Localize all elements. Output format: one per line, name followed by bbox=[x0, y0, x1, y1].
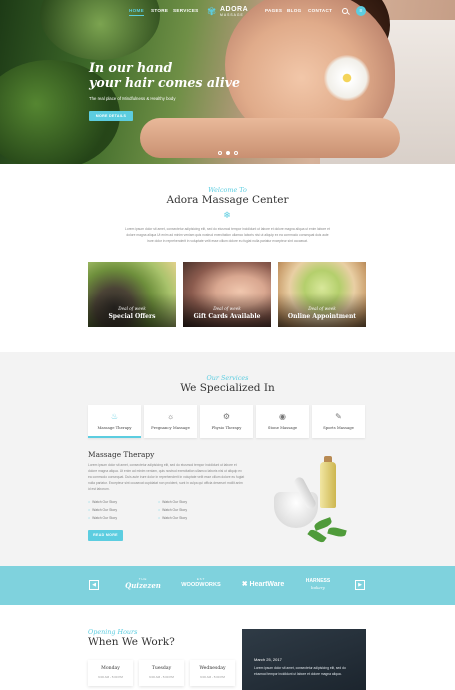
partner-logo-woodworks[interactable]: EST WOODWORKS bbox=[176, 577, 226, 590]
tab-label: Sports Massage bbox=[323, 425, 354, 430]
day-time: 9:00 AM - 5:00 PM bbox=[200, 675, 225, 679]
read-more-button[interactable]: READ MORE bbox=[88, 530, 123, 541]
more-details-button[interactable]: MORE DETAILS bbox=[89, 111, 133, 121]
site-logo[interactable]: ✾ ADORA MASSAGE bbox=[207, 6, 248, 17]
top-navigation: HOME STORE SERVICES ✾ ADORA MASSAGE PAGE… bbox=[0, 0, 455, 24]
pregnancy-icon: ☼ bbox=[166, 412, 175, 421]
tab-label: Pregnancy Massage bbox=[151, 425, 190, 430]
flower-decoration bbox=[324, 55, 370, 101]
physio-icon: ⚙ bbox=[222, 412, 231, 421]
hours-kicker: Opening Hours bbox=[88, 628, 138, 636]
nav-store[interactable]: STORE bbox=[151, 8, 168, 13]
promo-title: Online Appointment bbox=[287, 313, 357, 320]
day-time: 9:00 AM - 5:00 PM bbox=[149, 675, 174, 679]
hero-arm-decoration bbox=[140, 118, 400, 158]
lotus-logo-icon: ✾ bbox=[207, 5, 217, 18]
hero-title-line1: In our hand bbox=[89, 60, 173, 75]
menu-icon[interactable]: ≡ bbox=[356, 6, 366, 16]
slider-dot-active[interactable] bbox=[226, 151, 230, 155]
hero-title-line2: your hair comes alive bbox=[89, 75, 240, 90]
leaf-decoration bbox=[327, 525, 347, 539]
partner-logo-quizezen[interactable]: THE Quizezen bbox=[120, 577, 166, 590]
service-detail-text: Lorem ipsum dolor sit amet, consectetur … bbox=[88, 463, 245, 491]
hours-title: When We Work? bbox=[88, 636, 175, 648]
promo-kicker: Deal of week bbox=[308, 306, 336, 311]
news-excerpt: Lorem ipsum dolor sit amet, consectetur … bbox=[254, 666, 346, 676]
feature-list-item: Watch Our Story bbox=[88, 508, 117, 512]
hero-title: In our hand your hair comes alive bbox=[89, 60, 240, 90]
news-card[interactable]: March 25, 2017 Lorem ipsum dolor sit ame… bbox=[242, 629, 366, 690]
promo-card-online-appointment[interactable]: Deal of week Online Appointment bbox=[278, 262, 366, 327]
nav-pages[interactable]: PAGES bbox=[265, 8, 282, 13]
slider-dot[interactable] bbox=[234, 151, 238, 155]
slider-dot[interactable] bbox=[218, 151, 222, 155]
sports-icon: ✎ bbox=[335, 412, 342, 421]
promo-title: Special Offers bbox=[108, 313, 156, 320]
day-time: 9:00 AM - 5:00 PM bbox=[98, 675, 123, 679]
tab-label: Stone Massage bbox=[267, 425, 298, 430]
day-card-tuesday: Tuesday 9:00 AM - 5:00 PM bbox=[139, 660, 184, 686]
tab-label: Massage Therapy bbox=[97, 425, 132, 430]
feature-list-item: Watch Our Story bbox=[158, 508, 187, 512]
slider-dots bbox=[218, 151, 238, 155]
logo-subtitle: MASSAGE bbox=[220, 13, 244, 17]
day-card-monday: Monday 9:00 AM - 5:00 PM bbox=[88, 660, 133, 686]
day-card-wednesday: Wednesday 9:00 AM - 5:00 PM bbox=[190, 660, 235, 686]
massage-icon: ♨ bbox=[110, 412, 119, 421]
feature-list-item: Watch Our Story bbox=[158, 500, 187, 504]
heart-icon: ✖ bbox=[241, 581, 248, 588]
brand-name: HeartWare bbox=[249, 581, 285, 588]
next-arrow-icon[interactable]: ▶ bbox=[355, 580, 365, 590]
promo-kicker: Deal of week bbox=[213, 306, 241, 311]
hero-banner: HOME STORE SERVICES ✾ ADORA MASSAGE PAGE… bbox=[0, 0, 455, 164]
promo-card-gift-cards[interactable]: Deal of week Gift Cards Available bbox=[183, 262, 271, 327]
services-title: We Specialized In bbox=[180, 382, 275, 394]
tab-pregnancy-massage[interactable]: ☼ Pregnancy Massage bbox=[144, 405, 197, 438]
tab-sports-massage[interactable]: ✎ Sports Massage bbox=[312, 405, 365, 438]
service-detail-title: Massage Therapy bbox=[88, 450, 155, 459]
brand-main: WOODWORKS bbox=[181, 582, 221, 588]
logo-name: ADORA bbox=[220, 6, 249, 13]
prev-arrow-icon[interactable]: ◀ bbox=[89, 580, 99, 590]
day-name: Tuesday bbox=[151, 666, 172, 671]
feature-list-item: Watch Our Story bbox=[88, 500, 117, 504]
promo-title: Gift Cards Available bbox=[193, 313, 261, 320]
partner-logo-harness[interactable]: HARNESS bakery bbox=[298, 577, 338, 590]
feature-list-item: Watch Our Story bbox=[158, 516, 187, 520]
hero-subtitle: The real place of Mindfulness & Healthy … bbox=[89, 96, 176, 101]
feature-list-item: Watch Our Story bbox=[88, 516, 117, 520]
brand-main: Quizezen bbox=[125, 581, 161, 590]
welcome-text: Lorem ipsum dolor sit amet, consectetur … bbox=[125, 227, 330, 243]
welcome-kicker: Welcome To bbox=[208, 186, 247, 194]
brand-sub: bakery bbox=[311, 585, 325, 590]
brand-main: ✖ HeartWare bbox=[236, 580, 290, 589]
day-name: Monday bbox=[101, 666, 120, 671]
nav-blog[interactable]: BLOG bbox=[287, 8, 301, 13]
tab-physio-therapy[interactable]: ⚙ Physio Therapy bbox=[200, 405, 253, 438]
tab-stone-massage[interactable]: ◉ Stone Massage bbox=[256, 405, 309, 438]
stone-icon: ◉ bbox=[279, 412, 286, 421]
snowflake-icon: ❄ bbox=[223, 210, 231, 220]
promo-kicker: Deal of week bbox=[118, 306, 146, 311]
partners-strip bbox=[0, 566, 455, 605]
nav-contact[interactable]: CONTACT bbox=[308, 8, 332, 13]
promo-card-special-offers[interactable]: Deal of week Special Offers bbox=[88, 262, 176, 327]
tab-massage-therapy[interactable]: ♨ Massage Therapy bbox=[88, 405, 141, 438]
news-date: March 25, 2017 bbox=[254, 657, 282, 662]
services-kicker: Our Services bbox=[206, 374, 249, 382]
oil-bottle bbox=[320, 462, 336, 508]
nav-home[interactable]: HOME bbox=[129, 8, 144, 16]
nav-services[interactable]: SERVICES bbox=[173, 8, 199, 13]
partner-logo-heartware[interactable]: ✖ HeartWare bbox=[236, 580, 290, 589]
day-name: Wednesday bbox=[199, 666, 226, 671]
spa-products-image bbox=[262, 446, 366, 546]
search-icon[interactable] bbox=[342, 8, 348, 14]
welcome-title: Adora Massage Center bbox=[166, 194, 289, 206]
tab-label: Physio Therapy bbox=[211, 425, 242, 430]
